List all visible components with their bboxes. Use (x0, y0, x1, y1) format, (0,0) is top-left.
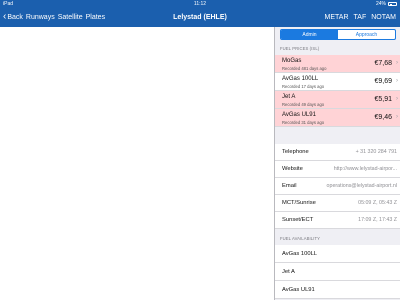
email-row[interactable]: Email operations@lelystad-airport.nl (275, 178, 400, 195)
tab-approach[interactable]: Approach (338, 30, 395, 39)
runways-button[interactable]: Runways (26, 14, 55, 21)
telephone-value: + 31 320 284 791 (355, 149, 397, 155)
chevron-right-icon: › (396, 114, 398, 120)
fuel-name: Jet A (282, 94, 296, 100)
back-button[interactable]: ‹ Back (3, 11, 23, 22)
chevron-right-icon: › (396, 96, 398, 102)
fuel-price-row[interactable]: Jet A Recorded 49 days ago €5,91 › (275, 91, 400, 109)
fuel-name: AvGas UL91 (282, 112, 316, 118)
status-bar: iPad 11:12 24% (0, 0, 400, 8)
fuel-name: AvGas 100LL (282, 76, 319, 82)
fuel-availability-header: FUEL AVAILABILITY (280, 236, 321, 241)
chevron-right-icon: › (396, 78, 398, 84)
fuel-price: €5,91 (374, 96, 392, 103)
fuel-price: €7,68 (374, 60, 392, 67)
segmented-control: Admin Approach (280, 29, 396, 40)
telephone-label: Telephone (282, 149, 309, 155)
nav-left-group: ‹ Back Runways Satellite Plates (3, 8, 105, 27)
fuel-price-row[interactable]: AvGas 100LL Recorded 17 days ago €9,69 › (275, 73, 400, 91)
fuel-recorded: Recorded 17 days ago (282, 84, 325, 89)
availability-row: AvGas 100LL (275, 245, 400, 263)
fuel-recorded: Recorded 31 days ago (282, 120, 325, 125)
mct-sunrise-value: 05:09 Z, 05:43 Z (358, 200, 397, 206)
notam-button[interactable]: NOTAM (371, 14, 396, 21)
website-value: http://www.lelystad-airpor... (333, 166, 397, 172)
fuel-recorded: Recorded 481 days ago (282, 66, 327, 71)
chevron-right-icon: › (396, 60, 398, 66)
fuel-price-row[interactable]: MoGas Recorded 481 days ago €7,68 › (275, 55, 400, 73)
battery-status: 24% (376, 0, 397, 8)
map-view[interactable] (0, 27, 274, 300)
taf-button[interactable]: TAF (354, 14, 367, 21)
availability-label: AvGas UL91 (282, 287, 315, 293)
fuel-prices-header: FUEL PRICES (ISL) (280, 46, 320, 51)
availability-label: Jet A (282, 269, 295, 275)
mct-sunrise-row: MCT/Sunrise 05:09 Z, 05:43 Z (275, 195, 400, 212)
fuel-price: €9,69 (374, 78, 392, 85)
website-label: Website (282, 166, 303, 172)
metar-button[interactable]: METAR (325, 14, 349, 21)
email-value: operations@lelystad-airport.nl (326, 183, 397, 189)
battery-percent: 24% (375, 1, 386, 7)
email-label: Email (282, 183, 297, 189)
fuel-price-row[interactable]: AvGas UL91 Recorded 31 days ago €9,46 › (275, 109, 400, 127)
satellite-button[interactable]: Satellite (58, 14, 83, 21)
nav-right-group: METAR TAF NOTAM (325, 8, 396, 27)
battery-icon (388, 2, 397, 6)
fuel-name: MoGas (282, 58, 302, 64)
chevron-left-icon: ‹ (3, 11, 7, 22)
telephone-row[interactable]: Telephone + 31 320 284 791 (275, 144, 400, 161)
availability-row: AvGas UL91 (275, 281, 400, 299)
fuel-recorded: Recorded 49 days ago (282, 102, 325, 107)
website-row[interactable]: Website http://www.lelystad-airpor... (275, 161, 400, 178)
fuel-price: €9,46 (374, 114, 392, 121)
airfield-info-panel: Admin Approach FUEL PRICES (ISL) MoGas R… (274, 27, 400, 300)
availability-row: Jet A (275, 263, 400, 281)
sunset-ect-value: 17:09 Z, 17:43 Z (358, 217, 397, 223)
nav-bar: ‹ Back Runways Satellite Plates Lelystad… (0, 8, 400, 27)
tab-admin[interactable]: Admin (281, 30, 338, 39)
sunset-ect-row: Sunset/ECT 17:09 Z, 17:43 Z (275, 212, 400, 229)
back-label: Back (7, 14, 23, 21)
plates-button[interactable]: Plates (86, 14, 105, 21)
availability-label: AvGas 100LL (282, 251, 318, 257)
sunset-ect-label: Sunset/ECT (282, 217, 314, 223)
clock: 11:12 (193, 1, 207, 7)
